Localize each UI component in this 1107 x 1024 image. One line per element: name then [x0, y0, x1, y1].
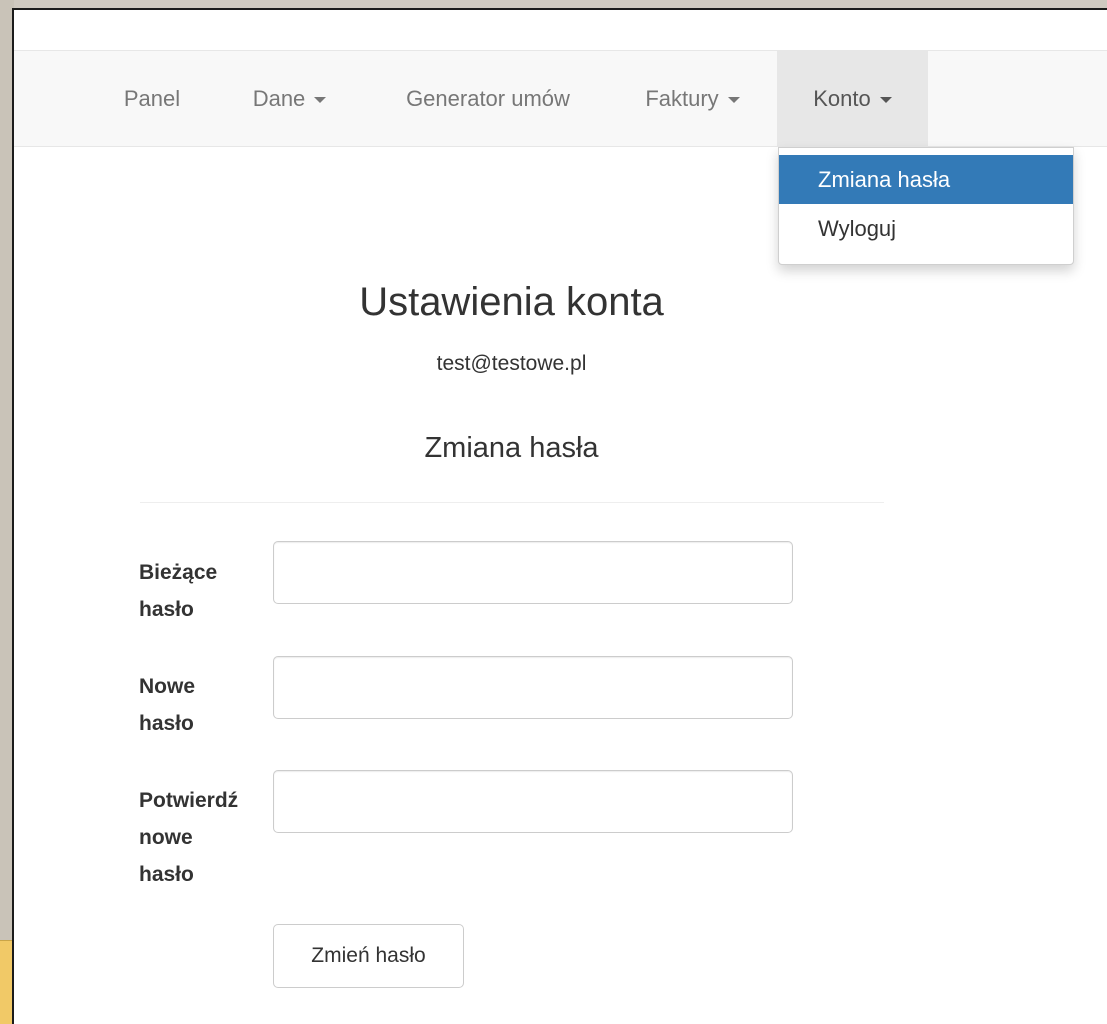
- nav-item-dane[interactable]: Dane: [222, 51, 357, 146]
- section-divider: [140, 502, 884, 503]
- confirm-password-input[interactable]: [273, 770, 793, 833]
- top-navbar: Panel Dane Generator umów Faktury Konto: [14, 50, 1107, 147]
- user-email: test@testowe.pl: [436, 352, 587, 375]
- section-title: Zmiana hasła: [424, 432, 599, 464]
- label-line: hasło: [139, 712, 194, 735]
- browser-page: Panel Dane Generator umów Faktury Konto …: [12, 8, 1107, 1024]
- new-password-input[interactable]: [273, 656, 793, 719]
- label-line: hasło: [139, 863, 194, 886]
- dropdown-item-logout[interactable]: Wyloguj: [779, 204, 1073, 253]
- nav-item-label: Dane: [252, 85, 306, 111]
- nav-item-label: Konto: [813, 85, 871, 111]
- account-dropdown-menu: Zmiana hasła Wyloguj: [778, 147, 1074, 265]
- page-title: Ustawienia konta: [359, 280, 664, 324]
- dropdown-item-change-password[interactable]: Zmiana hasła: [779, 155, 1073, 204]
- caret-down-icon: [314, 96, 327, 103]
- label-line: Bieżące: [139, 561, 218, 584]
- nav-item-label: Faktury: [645, 85, 719, 111]
- nav-item-panel[interactable]: Panel: [106, 51, 198, 146]
- change-password-button[interactable]: Zmień hasło: [273, 924, 464, 988]
- nav-item-faktury[interactable]: Faktury: [620, 51, 765, 146]
- nav-item-konto[interactable]: Konto: [777, 51, 928, 146]
- nav-item-label: Panel: [123, 85, 181, 111]
- label-line: Potwierdź: [139, 789, 239, 812]
- dropdown-item-label: Wyloguj: [818, 215, 897, 241]
- caret-down-icon: [879, 96, 892, 103]
- current-password-label: Bieżące hasło: [139, 554, 279, 628]
- dropdown-item-label: Zmiana hasła: [818, 166, 951, 192]
- nav-item-generator-umow[interactable]: Generator umów: [379, 51, 597, 146]
- label-line: nowe: [139, 826, 193, 849]
- caret-down-icon: [727, 96, 740, 103]
- new-password-label: Nowe hasło: [139, 668, 279, 742]
- current-password-input[interactable]: [273, 541, 793, 604]
- label-line: Nowe: [139, 675, 196, 698]
- confirm-password-label: Potwierdź nowe hasło: [139, 782, 279, 893]
- label-line: hasło: [139, 598, 194, 621]
- nav-item-label: Generator umów: [406, 85, 570, 111]
